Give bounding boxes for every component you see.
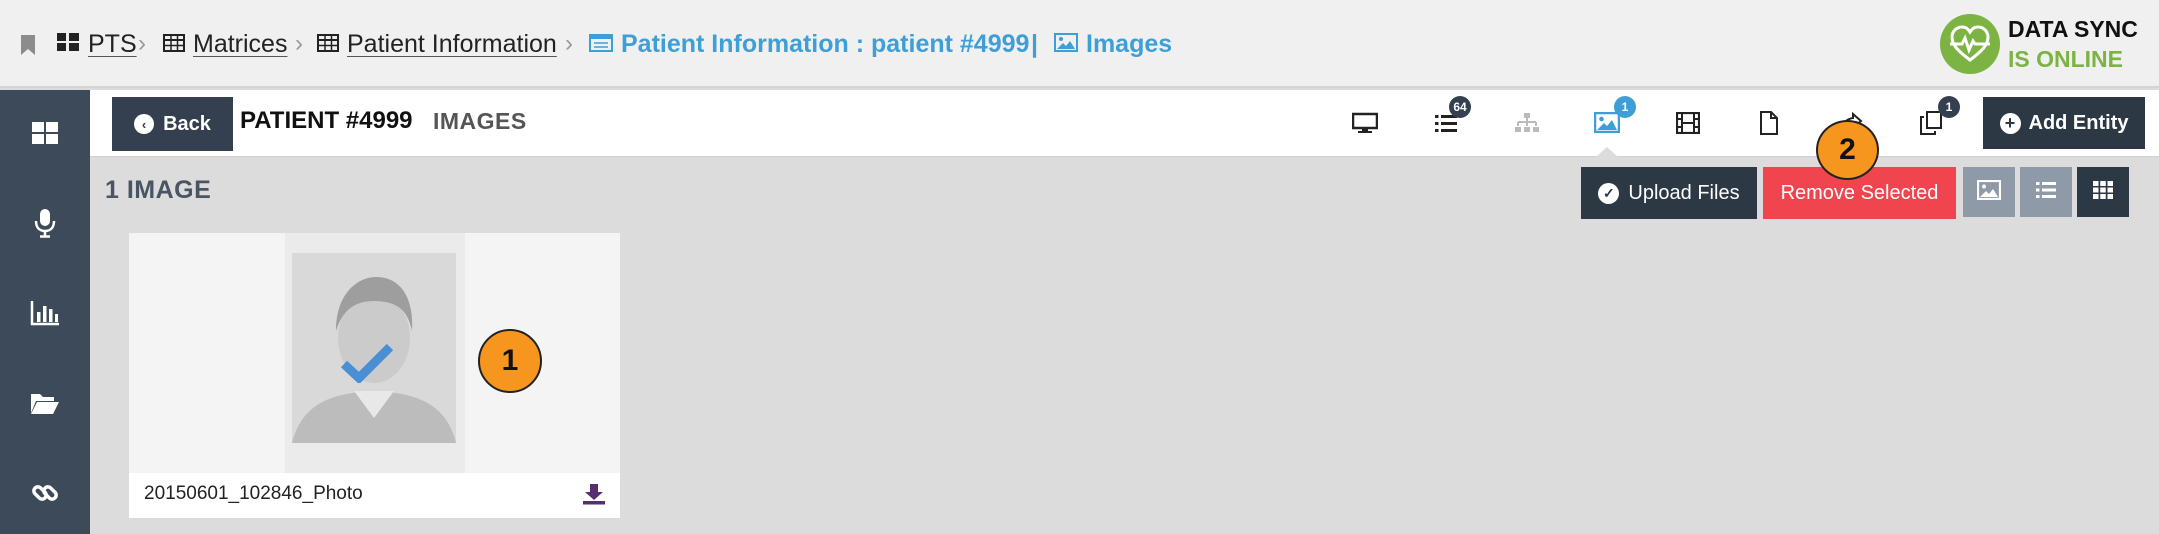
copies-count-badge: 1	[1938, 96, 1960, 118]
grid-icon	[2092, 180, 2114, 205]
copy-icon	[1919, 110, 1943, 140]
heartbeat-icon	[1940, 14, 2000, 74]
breadcrumb-label: Matrices	[193, 29, 288, 58]
view-list-button[interactable]	[2020, 167, 2072, 217]
check-circle-icon: ✓	[1598, 182, 1620, 204]
sync-status-title: DATA SYNC	[2008, 16, 2138, 42]
bar-chart-icon	[30, 300, 60, 331]
back-button-label: Back	[163, 112, 211, 135]
breadcrumb-separator: ›	[295, 30, 303, 57]
plus-icon: +	[1999, 112, 2021, 134]
image-count-title: 1 IMAGE	[105, 176, 212, 204]
section-title: IMAGES	[433, 108, 527, 134]
breadcrumb-current-section: Images	[1054, 0, 1172, 88]
upload-files-button[interactable]: ✓ Upload Files	[1581, 167, 1757, 219]
upload-files-label: Upload Files	[1628, 181, 1740, 204]
list-icon	[2035, 181, 2057, 204]
images-count-badge: 1	[1614, 96, 1636, 118]
sync-status-state: IS ONLINE	[2008, 46, 2124, 72]
callout-marker-2: 2	[1816, 120, 1879, 180]
sidebar-item-links[interactable]	[0, 465, 90, 525]
image-filename: 20150601_102846_Photo	[144, 483, 363, 504]
sidebar-item-dashboard[interactable]	[0, 105, 90, 165]
breadcrumb-label: PTS	[88, 29, 137, 58]
breadcrumb-matrices[interactable]: Matrices	[163, 0, 287, 88]
tool-video[interactable]	[1671, 108, 1705, 142]
list-count-badge: 64	[1449, 96, 1471, 118]
sidebar-item-reports[interactable]	[0, 285, 90, 345]
back-button[interactable]: ‹ Back	[112, 97, 233, 151]
breadcrumb-divider: |	[1031, 29, 1038, 58]
patient-title: PATIENT #4999	[240, 107, 413, 134]
active-tab-caret	[1596, 147, 1618, 157]
form-icon	[589, 30, 613, 59]
film-icon	[1675, 111, 1701, 139]
add-entity-label: Add Entity	[2028, 111, 2129, 134]
chevron-left-icon: ‹	[134, 114, 155, 134]
selected-check-icon	[340, 343, 394, 388]
dashboard-icon	[56, 30, 80, 59]
sidebar-item-files[interactable]	[0, 375, 90, 435]
image-thumbnail-area[interactable]	[129, 233, 620, 473]
breadcrumb-current: Patient Information : patient #4999	[589, 0, 1029, 88]
image-icon	[1593, 111, 1621, 138]
image-card[interactable]: 20150601_102846_Photo	[129, 233, 620, 518]
folder-open-icon	[30, 391, 60, 420]
callout-marker-1: 1	[478, 329, 542, 393]
tool-documents[interactable]	[1752, 108, 1786, 142]
breadcrumb-section-label: Images	[1086, 29, 1173, 58]
sitemap-icon	[1514, 112, 1540, 139]
sidebar-item-voice[interactable]	[0, 195, 90, 255]
microphone-icon	[34, 208, 56, 243]
tool-desktop[interactable]	[1348, 108, 1382, 142]
bookmark-icon[interactable]	[20, 34, 36, 61]
breadcrumb-current-label: Patient Information : patient #4999	[621, 29, 1030, 58]
breadcrumb-label: Patient Information	[347, 29, 557, 58]
breadcrumb-separator: ›	[138, 30, 146, 57]
dashboard-icon	[31, 121, 59, 150]
link-icon	[31, 479, 59, 512]
desktop-icon	[1351, 112, 1379, 139]
view-thumbnail-button[interactable]	[1963, 167, 2015, 217]
file-icon	[1759, 110, 1779, 140]
breadcrumb-pts[interactable]: PTS	[56, 0, 137, 88]
image-icon	[1054, 30, 1078, 59]
remove-selected-label: Remove Selected	[1780, 181, 1939, 204]
tool-hierarchy[interactable]	[1510, 108, 1544, 142]
breadcrumb-patient-information[interactable]: Patient Information	[317, 0, 557, 88]
add-entity-button[interactable]: + Add Entity	[1983, 97, 2145, 149]
table-icon	[317, 30, 339, 59]
view-grid-button[interactable]	[2077, 167, 2129, 217]
download-icon[interactable]	[581, 481, 607, 507]
breadcrumb-separator: ›	[565, 30, 573, 57]
image-icon	[1976, 179, 2002, 205]
table-icon	[163, 30, 185, 59]
